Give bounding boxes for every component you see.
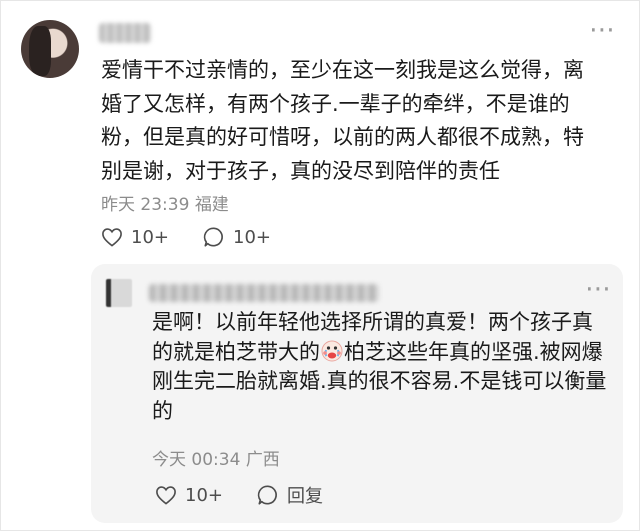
crying-face-emoji-icon (321, 340, 343, 361)
reply-avatar[interactable] (106, 279, 132, 307)
reply-count: 10+ (233, 226, 271, 248)
reply-actions: 10+ 回复 (155, 482, 357, 508)
comment-time: 昨天 23:39 (101, 195, 190, 215)
reply-card: ⋯ 是啊！以前年轻他选择所谓的真爱！两个孩子真的就是柏芝带大的 柏芝这些年真的坚… (91, 264, 623, 523)
heart-icon (102, 228, 122, 247)
comment-icon (257, 485, 277, 505)
comment-icon (203, 227, 223, 247)
reply-like-count: 10+ (185, 484, 223, 506)
reply-username-blurred[interactable] (149, 284, 379, 302)
comment-meta: 昨天 23:39 福建 (101, 190, 229, 215)
comment-location: 福建 (194, 195, 229, 215)
reply-button[interactable]: 10+ (203, 226, 271, 248)
reply-button-label: 回复 (287, 486, 323, 507)
reply-more-options-icon[interactable]: ⋯ (585, 274, 612, 304)
reply-meta: 今天 00:34 广西 (152, 445, 280, 470)
reply-text: 是啊！以前年轻他选择所谓的真爱！两个孩子真的就是柏芝带大的 柏芝这些年真的坚强.… (152, 308, 612, 426)
reply-time: 今天 00:34 (152, 450, 241, 470)
reply-reply-button[interactable]: 回复 (257, 482, 323, 508)
comment-thread: ⋯ 爱情干不过亲情的，至少在这一刻我是这么觉得，离婚了又怎样，有两个孩子.一辈子… (0, 0, 640, 531)
reply-location: 广西 (245, 450, 280, 470)
avatar[interactable] (21, 20, 79, 78)
comment-actions: 10+ 10+ (101, 226, 305, 248)
reply-like-button[interactable]: 10+ (155, 485, 223, 506)
like-count: 10+ (131, 226, 169, 248)
heart-icon (156, 486, 176, 505)
more-options-icon[interactable]: ⋯ (589, 15, 616, 45)
username-blurred[interactable] (99, 23, 151, 43)
comment-text: 爱情干不过亲情的，至少在这一刻我是这么觉得，离婚了又怎样，有两个孩子.一辈子的牵… (101, 58, 584, 183)
like-button[interactable]: 10+ (101, 227, 169, 248)
